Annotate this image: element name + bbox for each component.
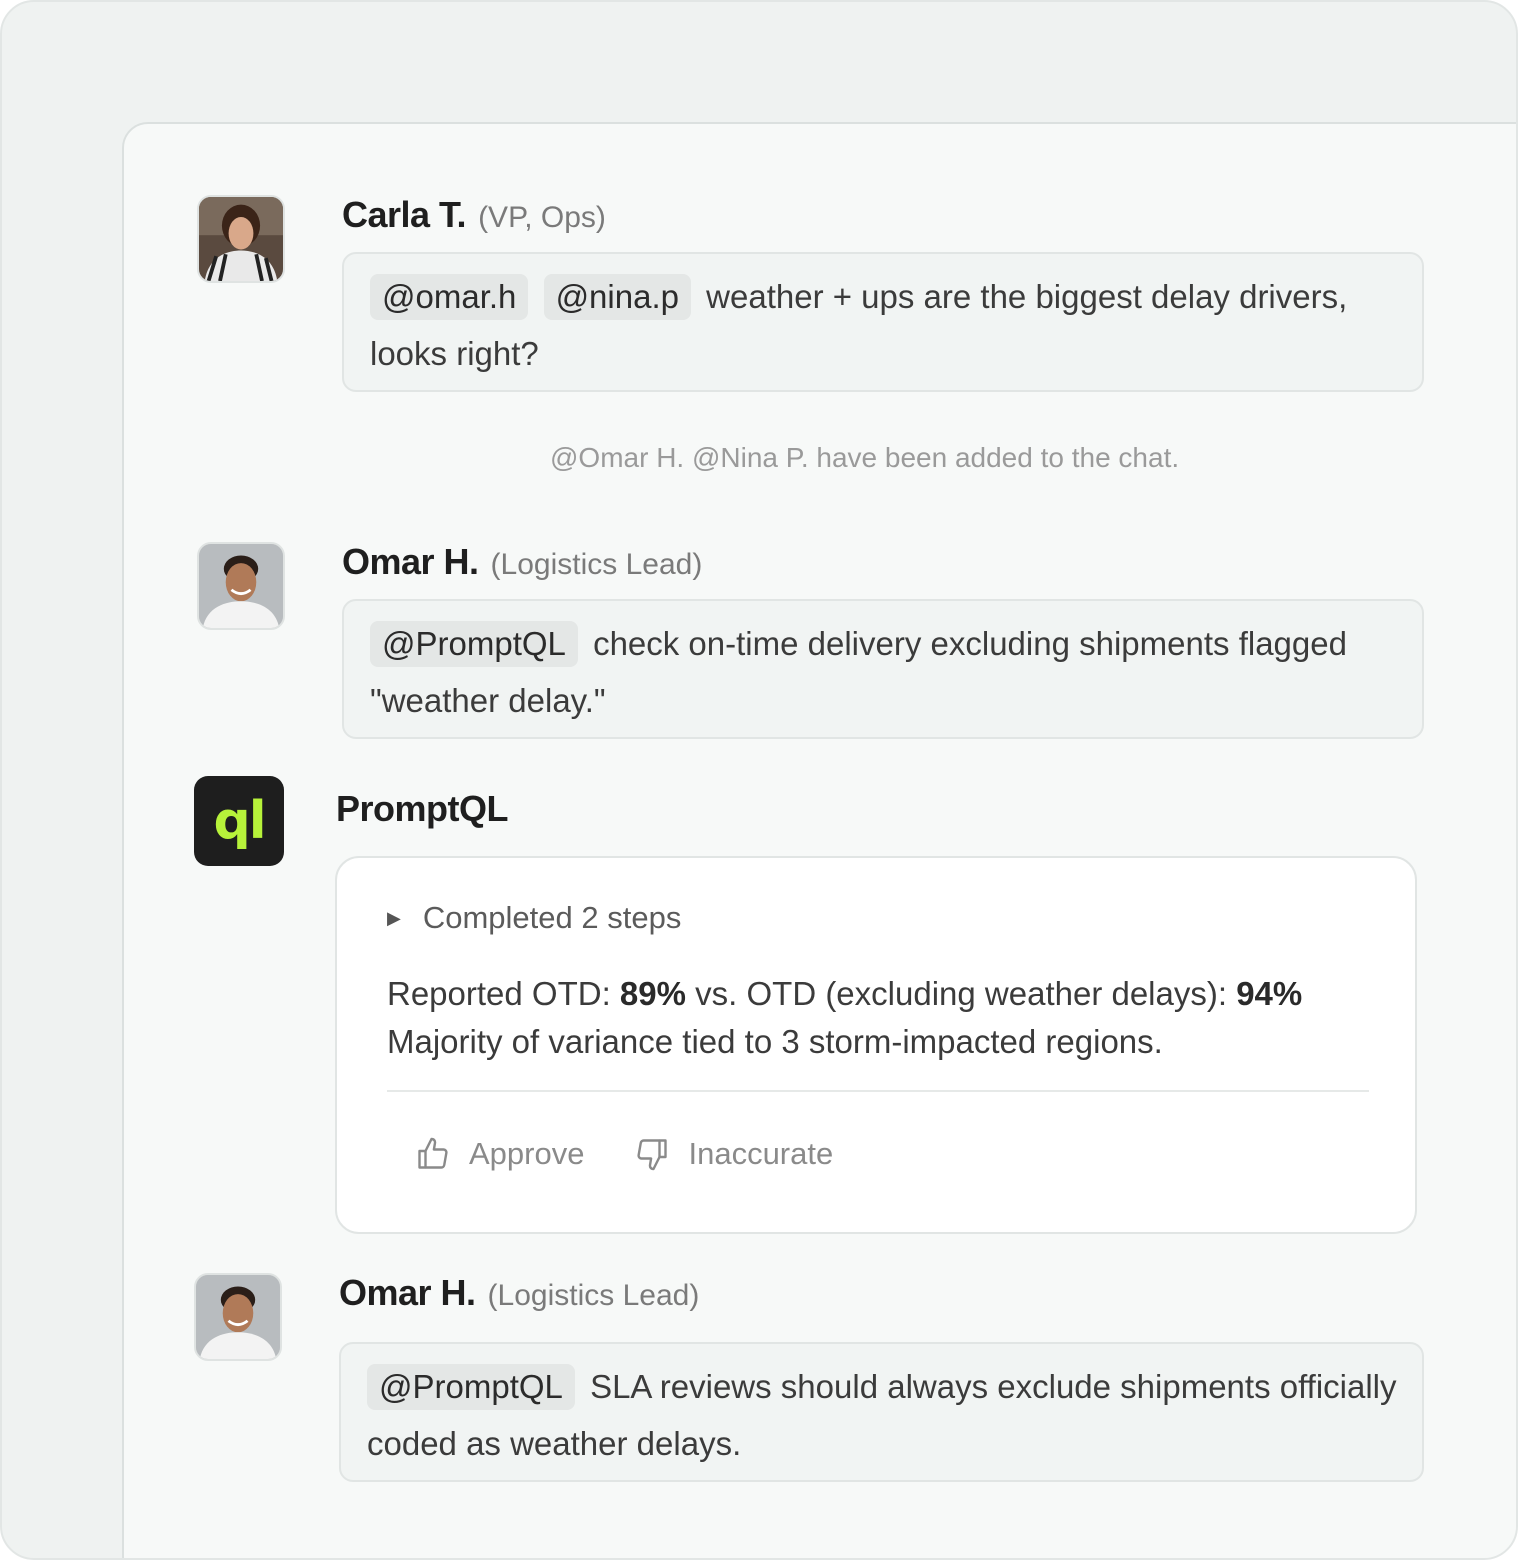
sender-header: PromptQL bbox=[336, 788, 509, 830]
logo-text: ql bbox=[213, 791, 266, 851]
inaccurate-label: Inaccurate bbox=[688, 1136, 834, 1171]
reported-value: 89% bbox=[619, 975, 686, 1012]
caret-right-icon: ▶ bbox=[387, 907, 401, 928]
excluded-value: 94% bbox=[1236, 975, 1303, 1012]
thumbs-down-icon bbox=[637, 1139, 668, 1171]
sender-header: Omar H. (Logistics Lead) bbox=[342, 541, 702, 583]
thumbs-up-icon bbox=[418, 1137, 448, 1169]
reported-label: Reported OTD: bbox=[387, 975, 620, 1012]
bot-name: PromptQL bbox=[336, 788, 509, 829]
sender-role: (Logistics Lead) bbox=[487, 1279, 700, 1312]
message-bubble: @PromptQL check on-time delivery excludi… bbox=[342, 599, 1424, 739]
mention-tag[interactable]: @PromptQL bbox=[370, 621, 578, 667]
bot-result: Reported OTD: 89% vs. OTD (excluding wea… bbox=[387, 970, 1387, 1066]
app-window: Carla T. (VP, Ops) @omar.h @nina.p weath… bbox=[0, 0, 1518, 1560]
avatar-image bbox=[199, 197, 283, 281]
sender-name: Omar H. bbox=[339, 1272, 476, 1313]
mention-tag[interactable]: @PromptQL bbox=[367, 1364, 575, 1410]
avatar-carla bbox=[197, 195, 285, 283]
sender-role: (Logistics Lead) bbox=[490, 548, 703, 581]
feedback-actions: Approve Inaccurate bbox=[415, 1136, 883, 1172]
avatar-omar bbox=[197, 542, 285, 630]
message-bubble: @omar.h @nina.p weather + ups are the bi… bbox=[342, 252, 1424, 392]
result-summary: Majority of variance tied to 3 storm-imp… bbox=[387, 1023, 1163, 1060]
inaccurate-button[interactable]: Inaccurate bbox=[634, 1136, 833, 1172]
approve-button[interactable]: Approve bbox=[415, 1136, 584, 1172]
mention-tag[interactable]: @omar.h bbox=[370, 274, 529, 320]
mention-tag[interactable]: @nina.p bbox=[543, 274, 691, 320]
steps-label: Completed 2 steps bbox=[422, 900, 682, 935]
sender-name: Carla T. bbox=[342, 194, 467, 235]
avatar-image bbox=[199, 544, 283, 628]
divider bbox=[387, 1090, 1369, 1092]
sender-role: (VP, Ops) bbox=[478, 201, 606, 234]
approve-label: Approve bbox=[469, 1136, 585, 1171]
message-bubble: @PromptQL SLA reviews should always excl… bbox=[339, 1342, 1424, 1482]
vs-label: vs. OTD (excluding weather delays): bbox=[685, 975, 1237, 1012]
promptql-logo: ql bbox=[194, 776, 284, 866]
avatar-image bbox=[196, 1275, 280, 1359]
bot-reply-card: ▶ Completed 2 steps Reported OTD: 89% vs… bbox=[335, 856, 1417, 1234]
sender-header: Omar H. (Logistics Lead) bbox=[339, 1272, 699, 1314]
avatar-omar bbox=[194, 1273, 282, 1361]
sender-header: Carla T. (VP, Ops) bbox=[342, 194, 606, 236]
system-note: @Omar H. @Nina P. have been added to the… bbox=[550, 442, 1180, 473]
result-line: Reported OTD: 89% vs. OTD (excluding wea… bbox=[387, 970, 1387, 1018]
sender-name: Omar H. bbox=[342, 541, 479, 582]
steps-toggle[interactable]: ▶ Completed 2 steps bbox=[387, 900, 681, 936]
